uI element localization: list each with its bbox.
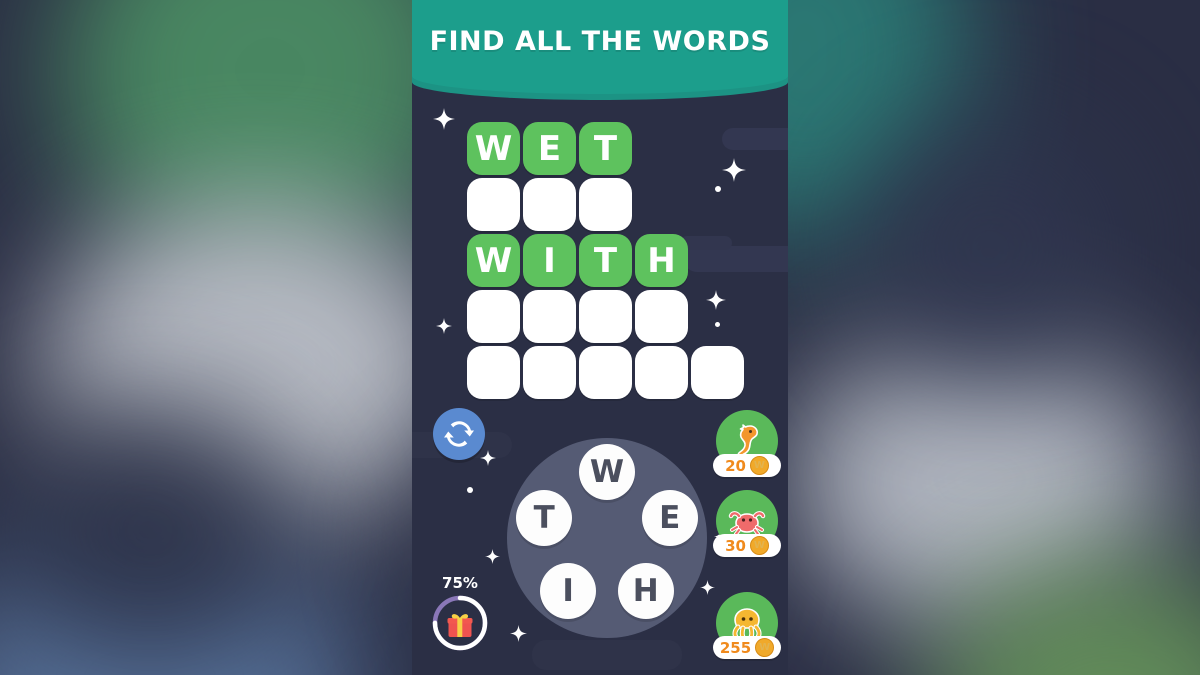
badge-amount: 255 (719, 638, 752, 657)
word-tile-filled: H (635, 234, 688, 287)
sparkle-icon (480, 450, 496, 466)
wheel-letter-i[interactable]: I (540, 563, 597, 620)
word-tile-empty (467, 346, 520, 399)
badge-amount-pill: 20 W (713, 454, 781, 477)
sparkle-icon (700, 580, 715, 595)
word-tile-empty (523, 178, 576, 231)
word-tile-empty (579, 290, 632, 343)
shuffle-button[interactable] (433, 408, 485, 460)
sparkle-icon (510, 625, 527, 642)
coin-icon: W (755, 638, 775, 657)
sparkle-icon (436, 318, 452, 334)
gift-box-icon (447, 614, 473, 637)
word-grid-row (467, 290, 744, 343)
gift-percent-label: 75% (442, 574, 478, 592)
word-tile-empty (467, 290, 520, 343)
badge-amount-pill: 30 W (713, 534, 781, 557)
word-tile-empty (523, 290, 576, 343)
background-shape (532, 640, 682, 670)
gift-progress[interactable]: 75% (422, 574, 498, 670)
word-grid-row (467, 178, 744, 231)
wheel-letter-e[interactable]: E (641, 489, 698, 546)
word-tile-empty (467, 178, 520, 231)
word-tile-filled: I (523, 234, 576, 287)
word-tile-empty (523, 346, 576, 399)
word-grid-row: WITH (467, 234, 744, 287)
word-grid-row (467, 346, 744, 399)
coin-icon: W (749, 536, 769, 555)
word-tile-empty (691, 346, 744, 399)
coin-icon: W (749, 456, 769, 475)
game-panel: FIND ALL THE WORDS WETWITH WEHIT 75% 20 … (412, 0, 788, 675)
word-tile-empty (579, 178, 632, 231)
shuffle-refresh-icon (444, 421, 474, 447)
word-tile-filled: W (467, 122, 520, 175)
word-tile-empty (635, 346, 688, 399)
badge-amount-pill: 255 W (713, 636, 781, 659)
reward-badge-seahorse[interactable]: 20 W (713, 410, 781, 477)
badge-amount: 30 (725, 536, 746, 555)
word-tile-empty (635, 290, 688, 343)
page-title: FIND ALL THE WORDS (429, 26, 771, 57)
badge-amount: 20 (725, 456, 746, 475)
screenshot-stage: FIND ALL THE WORDS WETWITH WEHIT 75% 20 … (0, 0, 1200, 675)
word-tile-filled: W (467, 234, 520, 287)
wheel-letter-t[interactable]: T (516, 489, 573, 546)
word-grid-row: WET (467, 122, 744, 175)
sparkle-icon (485, 549, 500, 564)
word-tile-filled: E (523, 122, 576, 175)
dot-decor (467, 487, 473, 493)
letter-wheel[interactable]: WEHIT (507, 438, 707, 638)
wheel-letter-h[interactable]: H (617, 563, 674, 620)
word-tile-filled: T (579, 122, 632, 175)
reward-badge-octopus[interactable]: 255 W (713, 592, 781, 659)
word-tile-filled: T (579, 234, 632, 287)
header-bar: FIND ALL THE WORDS (412, 0, 788, 100)
wheel-letter-w[interactable]: W (579, 444, 635, 500)
sparkle-icon (433, 108, 455, 130)
gift-progress-ring (432, 595, 488, 651)
word-grid: WETWITH (467, 122, 744, 402)
reward-badge-crab[interactable]: 30 W (713, 490, 781, 557)
word-tile-empty (579, 346, 632, 399)
